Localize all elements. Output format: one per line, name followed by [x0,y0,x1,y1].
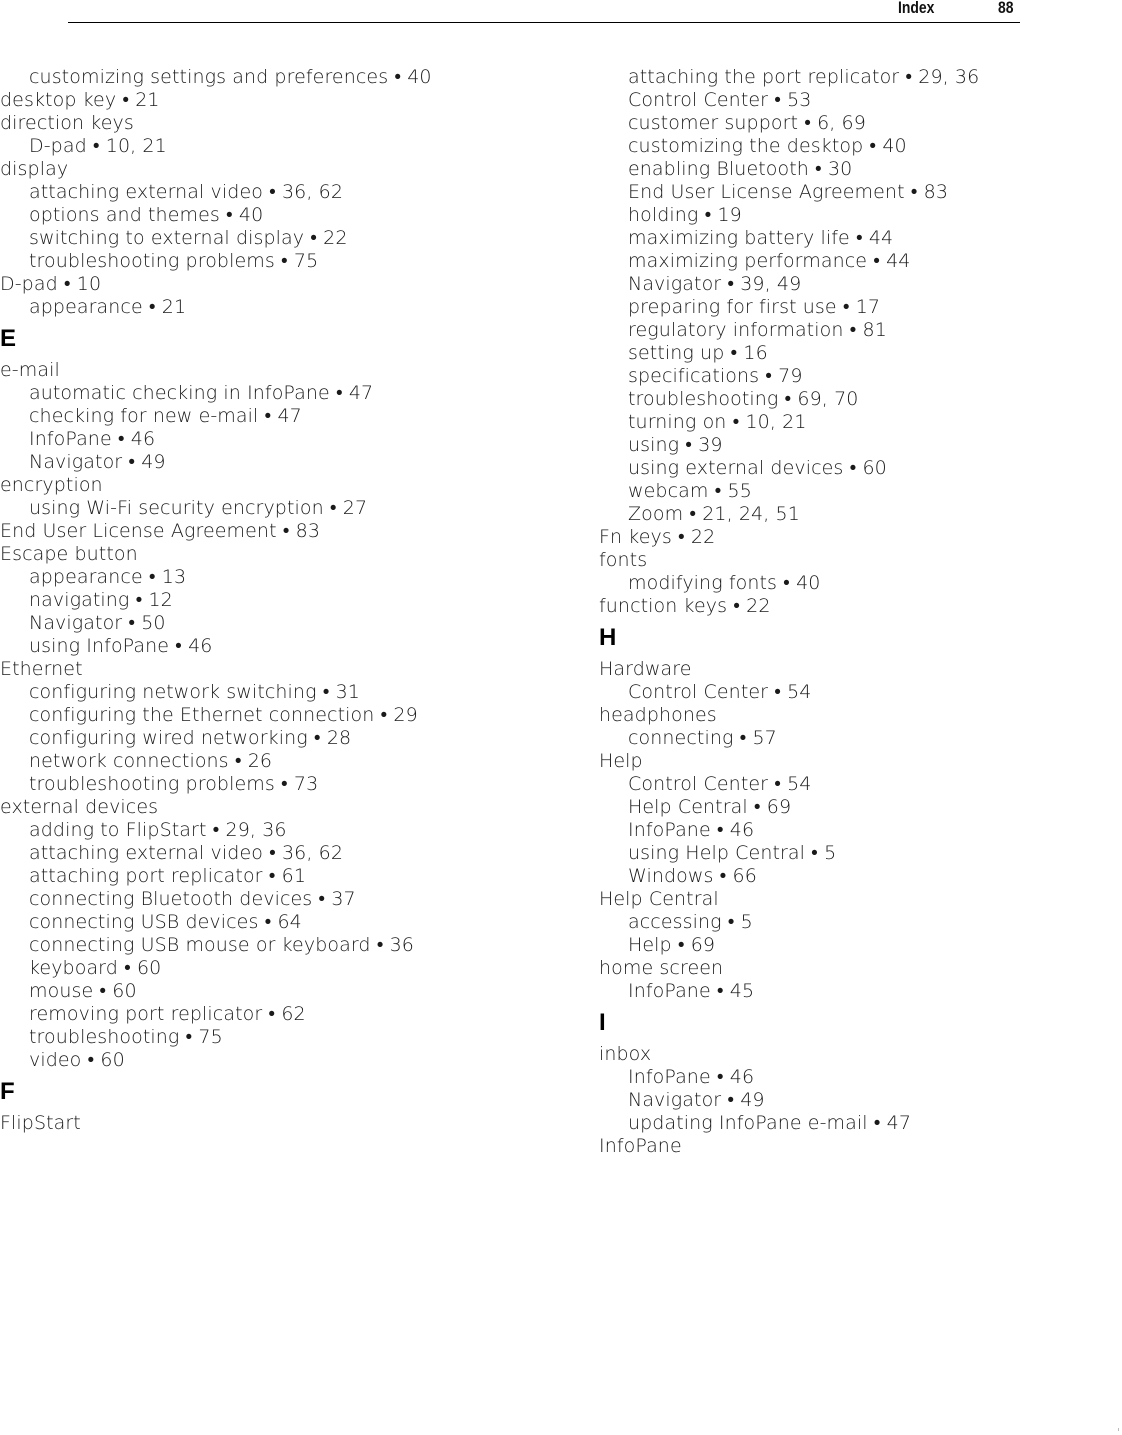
index-subentry: keyboard • 60 [29,957,162,979]
index-subentry: enabling Bluetooth • 30 [628,158,853,180]
index-entry: desktop key • 21 [0,89,160,111]
index-entry: home screen [599,957,724,979]
index-subentry: Help Central • 69 [628,796,792,818]
index-entry: Help Central [599,888,719,910]
index-subentry: customizing settings and preferences • 4… [29,66,432,88]
index-subentry: preparing for first use • 17 [628,296,881,318]
index-subentry: video • 60 [29,1049,125,1071]
index-subentry: using Wi-Fi security encryption • 27 [29,497,368,519]
index-column-right: attaching the port replicator • 29, 36 Co… [599,66,1122,1158]
index-entry: Escape button [0,543,138,565]
index-subentry: connecting USB devices • 64 [29,911,302,933]
index-entry: direction keys [0,112,134,134]
index-subentry: customizing the desktop • 40 [628,135,907,157]
page-number: 88 [998,0,1014,17]
index-entry: D-pad • 10 [0,273,102,295]
index-subentry: InfoPane • 46 [29,428,156,450]
index-entry: display [0,158,69,180]
index-subentry: using InfoPane • 46 [29,635,213,657]
index-subentry: End User License Agreement • 83 [628,181,949,203]
index-subentry: using • 39 [628,434,723,456]
index-letter-heading: E [0,325,17,352]
index-entry: FlipStart [0,1112,81,1134]
index-subentry: checking for new e-mail • 47 [29,405,302,427]
index-subentry: configuring network switching • 31 [29,681,360,703]
index-letter-heading: F [0,1078,15,1105]
index-subentry: automatic checking in InfoPane • 47 [29,382,374,404]
index-subentry: attaching external video • 36, 62 [29,842,344,864]
index-subentry: connecting Bluetooth devices • 37 [29,888,356,910]
page-header: Index 88 [68,0,1020,23]
index-subentry: Control Center • 54 [628,773,812,795]
index-subentry: attaching port replicator • 61 [29,865,307,887]
index-subentry: configuring the Ethernet connection • 29 [29,704,418,726]
index-subentry: mouse • 60 [29,980,137,1002]
index-entry: headphones [599,704,717,726]
index-subentry: regulatory information • 81 [628,319,887,341]
index-subentry: appearance • 13 [29,566,187,588]
index-subentry: InfoPane • 46 [628,819,755,841]
index-entry: e-mail [0,359,60,381]
index-subentry: Zoom • 21, 24, 51 [628,503,800,525]
index-subentry: Navigator • 49 [628,1089,765,1111]
index-entry: inbox [599,1043,652,1065]
index-subentry: maximizing performance • 44 [628,250,911,272]
index-subentry: removing port replicator • 62 [29,1003,306,1025]
index-entry: fonts [599,549,648,571]
index-subentry: attaching external video • 36, 62 [29,181,344,203]
section-title: Index [898,0,935,17]
index-subentry: D-pad • 10, 21 [29,135,167,157]
page-mark [1118,1428,1119,1431]
index-subentry: using external devices • 60 [628,457,887,479]
index-letter-heading: I [599,1009,606,1036]
index-subentry: turning on • 10, 21 [628,411,807,433]
index-subentry: Navigator • 49 [29,451,166,473]
index-subentry: webcam • 55 [628,480,752,502]
index-subentry: navigating • 12 [29,589,173,611]
index-subentry: setting up • 16 [628,342,768,364]
index-subentry: modifying fonts • 40 [628,572,821,594]
index-subentry: adding to FlipStart • 29, 36 [29,819,287,841]
index-subentry: Help • 69 [628,934,716,956]
index-subentry: network connections • 26 [29,750,273,772]
index-entry: End User License Agreement • 83 [0,520,321,542]
index-subentry: options and themes • 40 [29,204,264,226]
index-entry: function keys • 22 [599,595,771,617]
index-subentry: InfoPane • 46 [628,1066,755,1088]
index-letter-heading: H [599,624,617,651]
index-subentry: configuring wired networking • 28 [29,727,352,749]
index-subentry: maximizing battery life • 44 [628,227,894,249]
index-subentry: troubleshooting • 75 [29,1026,223,1048]
index-subentry: using Help Central • 5 [628,842,837,864]
index-subentry: InfoPane • 45 [628,980,755,1002]
index-entry: external devices [0,796,159,818]
index-entry: Fn keys • 22 [599,526,716,548]
index-subentry: connecting USB mouse or keyboard • 36 [29,934,414,956]
index-subentry: troubleshooting problems • 75 [29,250,319,272]
index-entry: Ethernet [0,658,83,680]
index-entry: Help [599,750,643,772]
index-subentry: Navigator • 50 [29,612,166,634]
index-entry: encryption [0,474,103,496]
index-entry: InfoPane [599,1135,682,1157]
index-subentry: accessing • 5 [628,911,753,933]
index-entry: Hardware [599,658,692,680]
index-subentry: troubleshooting • 69, 70 [628,388,859,410]
index-subentry: switching to external display • 22 [29,227,348,249]
index-column-left: customizing settings and preferences • 4… [0,66,540,1135]
index-subentry: updating InfoPane e-mail • 47 [628,1112,912,1134]
index-subentry: Control Center • 54 [628,681,812,703]
index-subentry: Control Center • 53 [628,89,812,111]
index-subentry: troubleshooting problems • 73 [29,773,319,795]
index-subentry: customer support • 6, 69 [628,112,866,134]
index-subentry: appearance • 21 [29,296,187,318]
index-subentry: holding • 19 [628,204,742,226]
index-subentry: connecting • 57 [628,727,777,749]
index-subentry: specifications • 79 [628,365,803,387]
index-subentry: attaching the port replicator • 29, 36 [628,66,980,88]
index-subentry: Windows • 66 [628,865,757,887]
index-subentry: Navigator • 39, 49 [628,273,802,295]
